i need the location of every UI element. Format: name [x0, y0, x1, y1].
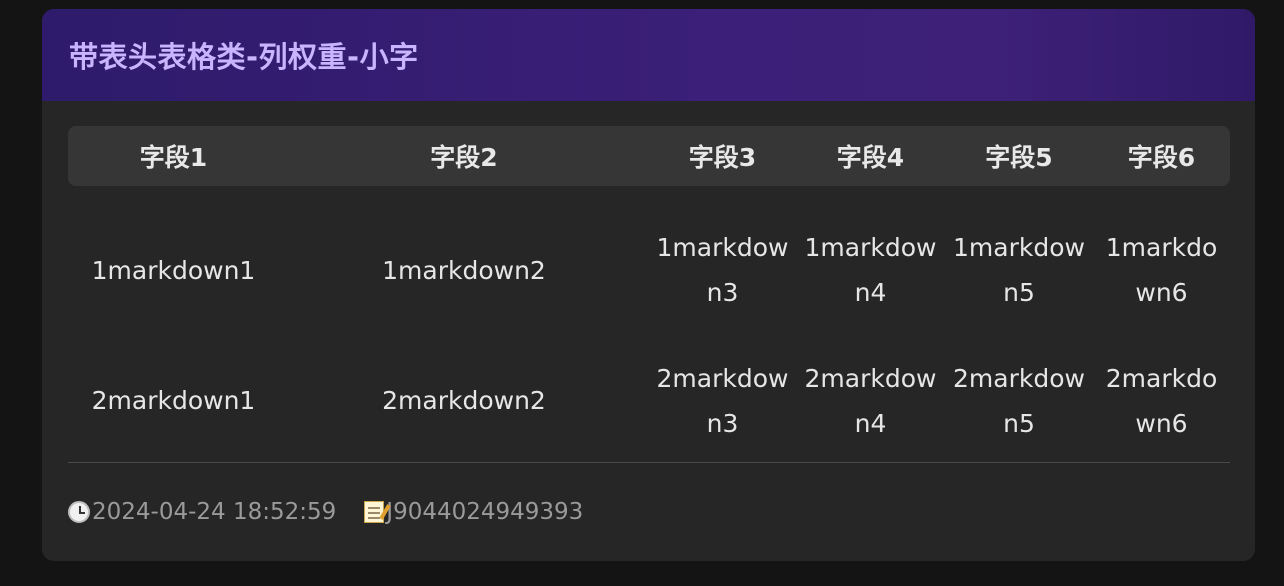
- table-cell: 2markdown1: [91, 386, 256, 415]
- table-row: 1markdown1 1markdown2 1markdown3 1markdo…: [68, 186, 1230, 340]
- table-cell: 1markdown4: [804, 233, 937, 307]
- memo-icon: [364, 501, 385, 523]
- table-cell: 2markdown6: [1105, 363, 1218, 438]
- table-row: 2markdown1 2markdown2 2markdown3 2markdo…: [68, 340, 1230, 461]
- card-title: 带表头表格类-列权重-小字: [69, 40, 419, 74]
- table-cell: 1markdown2: [382, 255, 546, 285]
- message-card: 带表头表格类-列权重-小字 字段1 字段2 字段3 字段4 字段5 字段6 1m…: [42, 9, 1255, 561]
- table-cell: 1markdown6: [1105, 233, 1218, 307]
- column-header: 字段6: [1093, 126, 1230, 186]
- card-footer: 2024-04-24 18:52:59 J9044024949393: [68, 499, 583, 525]
- timestamp-text: 2024-04-24 18:52:59: [92, 499, 337, 525]
- column-header: 字段3: [649, 126, 796, 186]
- table-cell: 2markdown5: [953, 363, 1085, 438]
- clock-icon: [68, 501, 90, 523]
- table-cell: 2markdown2: [382, 386, 546, 415]
- footer-divider: [68, 462, 1230, 463]
- card-header: 带表头表格类-列权重-小字: [42, 9, 1255, 101]
- column-header: 字段1: [68, 126, 279, 186]
- data-table: 字段1 字段2 字段3 字段4 字段5 字段6 1markdown1 1mark…: [68, 126, 1230, 461]
- column-header: 字段5: [945, 126, 1093, 186]
- column-header: 字段4: [796, 126, 945, 186]
- column-header: 字段2: [279, 126, 649, 186]
- table-cell: 2markdown4: [804, 363, 937, 438]
- record-id-text: J9044024949393: [386, 499, 584, 525]
- record-id-meta: J9044024949393: [364, 499, 583, 525]
- timestamp-meta: 2024-04-24 18:52:59: [68, 499, 336, 525]
- table-cell: 1markdown3: [656, 233, 789, 307]
- data-table-container: 字段1 字段2 字段3 字段4 字段5 字段6 1markdown1 1mark…: [68, 126, 1230, 461]
- table-header-row: 字段1 字段2 字段3 字段4 字段5 字段6: [68, 126, 1230, 186]
- table-cell: 1markdown1: [91, 255, 256, 285]
- table-cell: 2markdown3: [656, 363, 789, 438]
- table-cell: 1markdown5: [953, 233, 1085, 307]
